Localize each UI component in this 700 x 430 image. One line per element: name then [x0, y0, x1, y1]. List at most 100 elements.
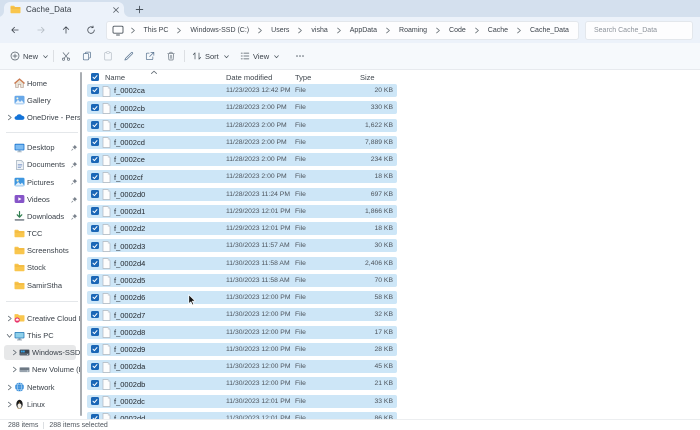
sidebar-item-new-volume-d[interactable]: New Volume (D:)	[0, 361, 84, 378]
more-options-button[interactable]	[295, 43, 305, 69]
breadcrumb-item[interactable]: Roaming	[394, 27, 433, 34]
copy-button[interactable]	[82, 43, 92, 69]
sidebar-item-samirstha[interactable]: SamirStha	[0, 277, 84, 294]
sidebar-item-network[interactable]: Network	[0, 379, 84, 396]
forward-button[interactable]	[33, 22, 49, 38]
sidebar-item-stock[interactable]: Stock	[0, 259, 84, 276]
row-checkbox[interactable]	[91, 311, 99, 319]
file-row[interactable]: f_0002d411/30/2023 11:58 AMFile2,406 KB	[84, 256, 700, 273]
sidebar-item-videos[interactable]: Videos	[0, 191, 84, 208]
row-checkbox[interactable]	[91, 138, 99, 146]
share-button[interactable]	[145, 43, 155, 69]
sidebar-item-this-pc[interactable]: This PC	[0, 327, 84, 344]
file-row[interactable]: f_0002cd11/28/2023 2:00 PMFile7,889 KB	[84, 135, 700, 152]
folder-icon	[14, 245, 25, 256]
chevron-down-icon[interactable]	[6, 332, 13, 339]
sidebar-item-creative-cloud-files[interactable]: Creative Cloud Files	[0, 310, 84, 327]
column-header-date[interactable]: Date modified	[226, 73, 272, 82]
file-row[interactable]: f_0002cb11/28/2023 2:00 PMFile330 KB	[84, 101, 700, 118]
breadcrumb-item[interactable]: Users	[266, 27, 295, 34]
file-row[interactable]: f_0002ca11/23/2023 12:42 PMFile20 KB	[84, 84, 700, 101]
sidebar-item-windows-ssd-c[interactable]: Windows-SSD (C:)	[0, 344, 84, 361]
tab-cache-data[interactable]: Cache_Data	[4, 2, 124, 17]
row-checkbox[interactable]	[91, 328, 99, 336]
column-header-name[interactable]: Name	[105, 73, 125, 82]
breadcrumb-item[interactable]: visha	[306, 27, 333, 34]
chevron-right-icon[interactable]	[6, 401, 13, 408]
breadcrumb-item[interactable]: Code	[444, 27, 472, 34]
file-row[interactable]: f_0002d211/29/2023 12:01 PMFile18 KB	[84, 222, 700, 239]
sidebar-item-desktop[interactable]: Desktop	[0, 139, 84, 156]
sidebar-item-documents[interactable]: Documents	[0, 156, 84, 173]
row-checkbox[interactable]	[91, 259, 99, 267]
file-row[interactable]: f_0002d011/28/2023 11:24 PMFile697 KB	[84, 187, 700, 204]
chevron-right-icon[interactable]	[6, 384, 13, 391]
row-checkbox[interactable]	[91, 190, 99, 198]
file-row[interactable]: f_0002cc11/28/2023 2:00 PMFile1,622 KB	[84, 118, 700, 135]
sidebar-item-tcc[interactable]: TCC	[0, 225, 84, 242]
row-checkbox[interactable]	[91, 173, 99, 181]
cut-button[interactable]	[61, 43, 71, 69]
breadcrumb-item[interactable]: Windows-SSD (C:)	[185, 27, 255, 34]
row-checkbox[interactable]	[91, 294, 99, 302]
row-checkbox[interactable]	[91, 207, 99, 215]
breadcrumb-item[interactable]: AppData	[344, 27, 382, 34]
row-checkbox[interactable]	[91, 363, 99, 371]
tab-close-icon[interactable]	[111, 5, 121, 15]
row-checkbox[interactable]	[91, 225, 99, 233]
sidebar-item-screenshots[interactable]: Screenshots	[0, 242, 84, 259]
address-bar[interactable]: This PC Windows-SSD (C:) Users visha AppData…	[106, 21, 579, 40]
up-button[interactable]	[58, 22, 74, 38]
file-row[interactable]: f_0002dc11/30/2023 12:01 PMFile33 KB	[84, 394, 700, 411]
chevron-right-icon[interactable]	[11, 349, 18, 356]
back-button[interactable]	[7, 22, 23, 38]
chevron-right-icon[interactable]	[6, 315, 13, 322]
file-row[interactable]: f_0002d911/30/2023 12:00 PMFile28 KB	[84, 342, 700, 359]
refresh-button[interactable]	[83, 22, 99, 38]
rename-button[interactable]	[124, 43, 134, 69]
sidebar-item-gallery[interactable]: Gallery	[0, 92, 84, 109]
sidebar-item-onedrive-personal[interactable]: OneDrive - Personal	[0, 109, 84, 126]
row-checkbox[interactable]	[91, 104, 99, 112]
sidebar-item-label: Gallery	[27, 96, 80, 105]
search-box[interactable]: Search Cache_Data	[585, 21, 693, 40]
column-header-size[interactable]: Size	[360, 73, 375, 82]
delete-button[interactable]	[166, 43, 176, 69]
row-checkbox[interactable]	[91, 87, 99, 95]
sort-button[interactable]: Sort	[192, 43, 230, 69]
new-button[interactable]: New	[10, 43, 49, 69]
file-row[interactable]: f_0002cf11/28/2023 2:00 PMFile18 KB	[84, 170, 700, 187]
file-row[interactable]: f_0002d711/30/2023 12:00 PMFile32 KB	[84, 308, 700, 325]
column-header-type[interactable]: Type	[295, 73, 311, 82]
row-checkbox[interactable]	[91, 156, 99, 164]
row-checkbox[interactable]	[91, 397, 99, 405]
file-row[interactable]: f_0002d311/30/2023 11:57 AMFile30 KB	[84, 239, 700, 256]
sidebar-item-linux[interactable]: Linux	[0, 396, 84, 413]
file-row[interactable]: f_0002d111/29/2023 12:01 PMFile1,866 KB	[84, 204, 700, 221]
view-button[interactable]: View	[240, 43, 280, 69]
file-row[interactable]: f_0002d611/30/2023 12:00 PMFile58 KB	[84, 291, 700, 308]
row-checkbox[interactable]	[91, 345, 99, 353]
sidebar-item-label: This PC	[27, 331, 80, 340]
file-row[interactable]: f_0002d811/30/2023 12:00 PMFile17 KB	[84, 325, 700, 342]
file-row[interactable]: f_0002da11/30/2023 12:00 PMFile45 KB	[84, 360, 700, 377]
file-row[interactable]: f_0002ce11/28/2023 2:00 PMFile234 KB	[84, 153, 700, 170]
file-row[interactable]: f_0002db11/30/2023 12:00 PMFile21 KB	[84, 377, 700, 394]
sidebar-item-downloads[interactable]: Downloads	[0, 208, 84, 225]
new-tab-button[interactable]	[133, 3, 145, 15]
chevron-right-icon[interactable]	[11, 366, 18, 373]
sidebar-item-home[interactable]: Home	[0, 75, 84, 92]
breadcrumb-item[interactable]: This PC	[138, 27, 174, 34]
row-checkbox[interactable]	[91, 242, 99, 250]
row-checkbox[interactable]	[91, 121, 99, 129]
sidebar-item-pictures[interactable]: Pictures	[0, 173, 84, 190]
file-row[interactable]: f_0002d511/30/2023 11:58 AMFile70 KB	[84, 273, 700, 290]
sidebar-scrollbar[interactable]	[80, 72, 82, 416]
paste-button[interactable]	[103, 43, 113, 69]
chevron-right-icon[interactable]	[6, 114, 13, 121]
breadcrumb-item[interactable]: Cache_Data	[525, 27, 575, 34]
select-all-checkbox[interactable]	[91, 73, 99, 81]
row-checkbox[interactable]	[91, 380, 99, 388]
row-checkbox[interactable]	[91, 276, 99, 284]
breadcrumb-item[interactable]: Cache	[482, 27, 513, 34]
